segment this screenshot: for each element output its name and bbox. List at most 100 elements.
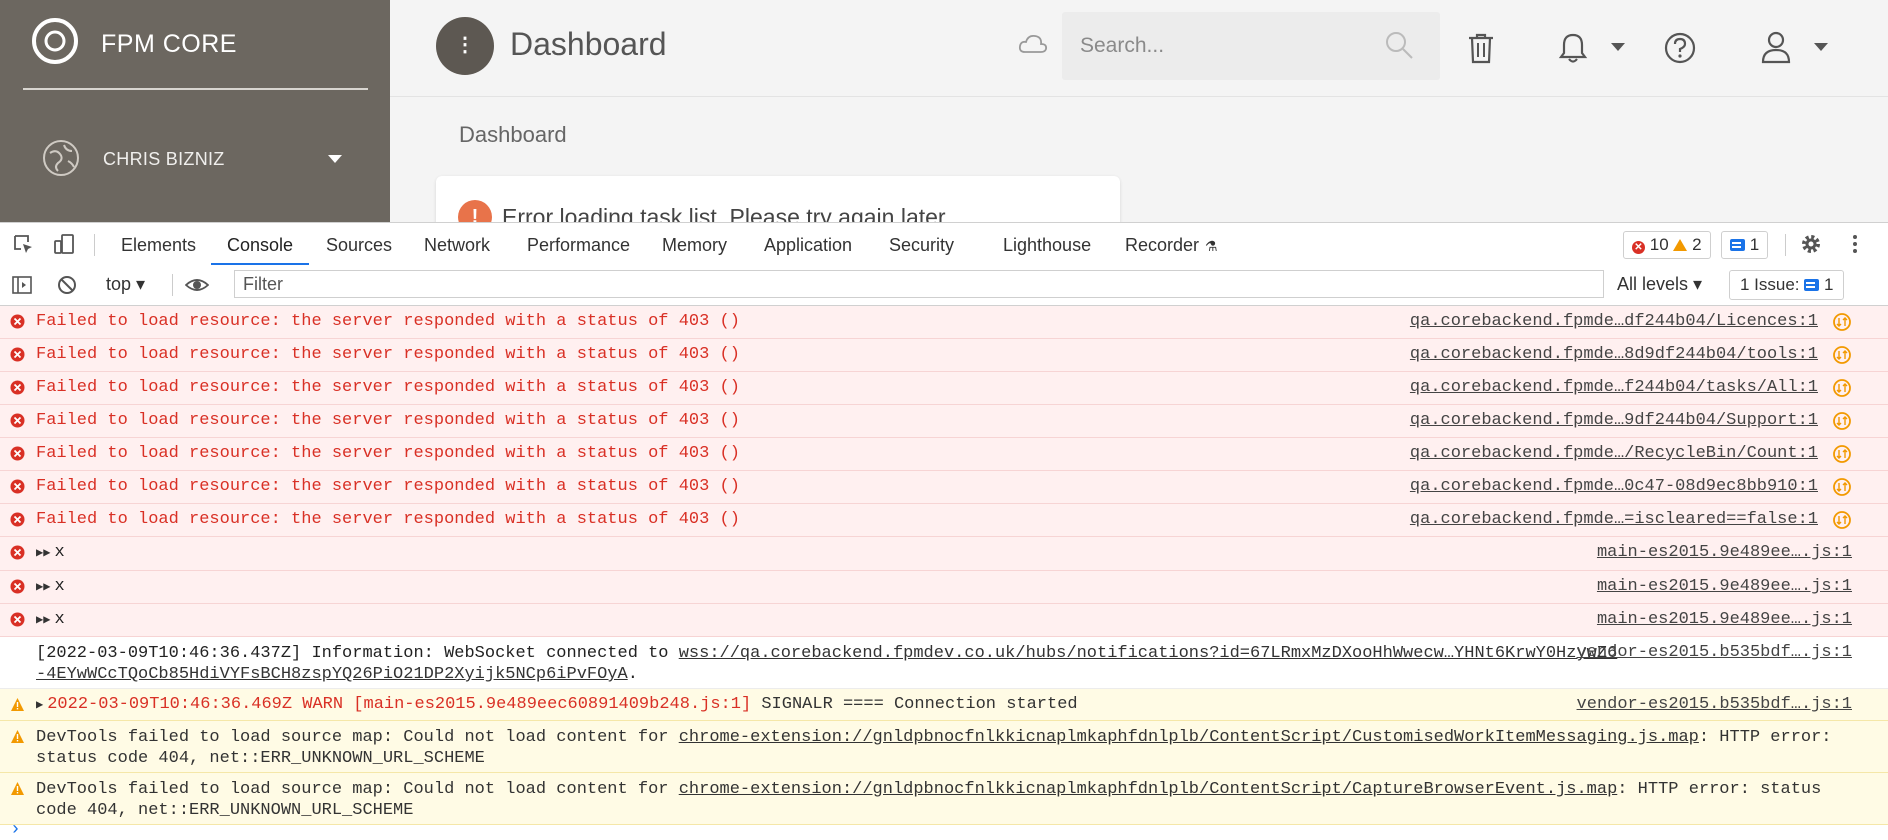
expand-arrow-icon[interactable]: ▶▶ [36,613,50,627]
devtools-panel: Elements Console Sources Network Perform… [0,222,1888,840]
issues-label: 1 Issue: [1740,275,1800,294]
error-icon [10,347,25,362]
context-select[interactable]: top ▾ [106,274,145,295]
source-link[interactable]: main-es2015.9e489ee….js:1 [1597,543,1852,562]
tab-performance[interactable]: Performance [527,235,630,256]
device-icon[interactable] [53,233,75,255]
warning-text: SIGNALR ==== Connection started [751,695,1078,714]
chevron-down-icon[interactable] [328,155,342,163]
error-warning-counter[interactable]: ✕ 10 2 [1623,231,1711,259]
console-error-row[interactable]: Failed to load resource: the server resp… [0,438,1888,471]
network-request-icon[interactable] [1832,345,1852,365]
network-request-icon[interactable] [1832,477,1852,497]
source-link[interactable]: vendor-es2015.b535bdf….js:1 [1577,643,1852,662]
tab-application[interactable]: Application [764,235,852,256]
source-link[interactable]: main-es2015.9e489ee….js:1 [1597,610,1852,629]
menu-button[interactable]: ⋮ [436,17,494,75]
console-error-row[interactable]: Failed to load resource: the server resp… [0,504,1888,537]
inspect-icon[interactable] [12,233,34,255]
error-card-text: Error loading task list. Please try agai… [502,204,946,222]
expand-arrow-icon[interactable]: ▶▶ [36,580,50,594]
console-error-row[interactable]: Failed to load resource: the server resp… [0,306,1888,339]
network-request-icon[interactable] [1832,510,1852,530]
source-link[interactable]: vendor-es2015.b535bdf….js:1 [1577,695,1852,714]
levels-label: All levels [1617,274,1689,294]
console-error-row[interactable]: Failed to load resource: the server resp… [0,372,1888,405]
source-link[interactable]: main-es2015.9e489ee….js:1 [1597,577,1852,596]
notifications-chevron-icon[interactable] [1611,43,1625,51]
warning-count: 2 [1692,235,1702,254]
tab-elements[interactable]: Elements [121,235,196,256]
org-icon [43,140,79,176]
tab-sources[interactable]: Sources [326,235,392,256]
breadcrumb: Dashboard [459,122,567,147]
error-icon [10,612,25,627]
source-link[interactable]: qa.corebackend.fpmde…df244b04/Licences:1 [1410,312,1818,331]
source-link[interactable]: qa.corebackend.fpmde…/RecycleBin/Count:1 [1410,444,1818,463]
search-icon[interactable] [1384,30,1414,60]
warning-icon [1673,239,1688,251]
error-icon [10,479,25,494]
gear-icon[interactable] [1800,233,1822,255]
user-icon[interactable] [1760,30,1792,64]
issues-count: 1 [1824,275,1834,294]
network-request-icon[interactable] [1832,411,1852,431]
network-request-icon[interactable] [1832,444,1852,464]
eye-icon[interactable] [185,274,209,296]
levels-dropdown[interactable]: All levels ▾ [1617,274,1702,295]
error-message[interactable]: ▶▶ x [36,610,65,629]
issues-button[interactable]: 1 Issue: 1 [1729,270,1845,300]
websocket-link[interactable]: wss://qa.corebackend.fpmdev.co.uk/hubs/n… [679,644,1618,663]
warning-message: DevTools failed to load source map: Coul… [36,727,1836,769]
sourcemap-link[interactable]: chrome-extension://gnldpbnocfnlkkicnaplm… [679,780,1618,799]
console-error-row[interactable]: Failed to load resource: the server resp… [0,405,1888,438]
error-message: Failed to load resource: the server resp… [36,444,740,463]
console-error-row[interactable]: ▶▶ x main-es2015.9e489ee….js:1 [0,604,1888,637]
sidebar-toggle-icon[interactable] [11,274,33,296]
console-error-row[interactable]: Failed to load resource: the server resp… [0,471,1888,504]
source-link[interactable]: qa.corebackend.fpmde…f244b04/tasks/All:1 [1410,378,1818,397]
tab-lighthouse[interactable]: Lighthouse [1003,235,1091,256]
console-error-row[interactable]: Failed to load resource: the server resp… [0,339,1888,372]
logo-icon[interactable] [32,18,78,64]
console-error-row[interactable]: ▶▶ x main-es2015.9e489ee….js:1 [0,571,1888,604]
source-link[interactable]: qa.corebackend.fpmde…0c47-08d9ec8bb910:1 [1410,477,1818,496]
tab-recorder[interactable]: Recorder ⚗ [1125,235,1218,256]
expand-arrow-icon[interactable]: ▶▶ [36,546,50,560]
message-counter[interactable]: 1 [1721,231,1769,259]
source-link[interactable]: qa.corebackend.fpmde…8d9df244b04/tools:1 [1410,345,1818,364]
flask-icon: ⚗ [1205,238,1218,254]
filter-input[interactable] [234,270,1604,298]
error-icon: ✕ [1632,241,1645,254]
warning-prefix: DevTools failed to load source map: Coul… [36,780,679,799]
network-request-icon[interactable] [1832,378,1852,398]
help-icon[interactable] [1664,32,1696,64]
search-input[interactable] [1078,30,1382,62]
tab-security[interactable]: Security [889,235,954,256]
kebab-icon[interactable] [1844,233,1866,255]
expand-arrow-icon[interactable]: ▶ [36,698,43,712]
console-warning-row[interactable]: ▶ 2022-03-09T10:46:36.469Z WARN [main-es2… [0,689,1888,721]
websocket-link-continued[interactable]: -4EYwWCcTQoCb85HdiVYFsBCH8zspYQ26PiO21DP… [36,665,628,684]
error-message: Failed to load resource: the server resp… [36,510,740,529]
info-prefix: [2022-03-09T10:46:36.437Z] Information: … [36,644,679,663]
error-card: ! Error loading task list. Please try ag… [436,176,1120,222]
source-link[interactable]: qa.corebackend.fpmde…=iscleared==false:1 [1410,510,1818,529]
console-prompt-icon[interactable]: › [10,820,21,840]
sourcemap-link[interactable]: chrome-extension://gnldpbnocfnlkkicnaplm… [679,728,1699,747]
network-request-icon[interactable] [1832,312,1852,332]
user-menu-chevron-icon[interactable] [1814,43,1828,51]
console-warning-row: DevTools failed to load source map: Coul… [0,773,1888,825]
error-message[interactable]: ▶▶ x [36,577,65,596]
error-message[interactable]: ▶▶ x [36,543,65,562]
tab-console[interactable]: Console [227,235,293,256]
trash-icon[interactable] [1467,32,1495,64]
console-error-row[interactable]: ▶▶ x main-es2015.9e489ee….js:1 [0,537,1888,571]
bell-icon[interactable] [1558,32,1588,64]
tab-memory[interactable]: Memory [662,235,727,256]
error-icon [10,579,25,594]
block-icon[interactable] [56,274,78,296]
source-link[interactable]: qa.corebackend.fpmde…9df244b04/Support:1 [1410,411,1818,430]
tab-network[interactable]: Network [424,235,490,256]
org-name[interactable]: CHRIS BIZNIZ [103,149,225,170]
